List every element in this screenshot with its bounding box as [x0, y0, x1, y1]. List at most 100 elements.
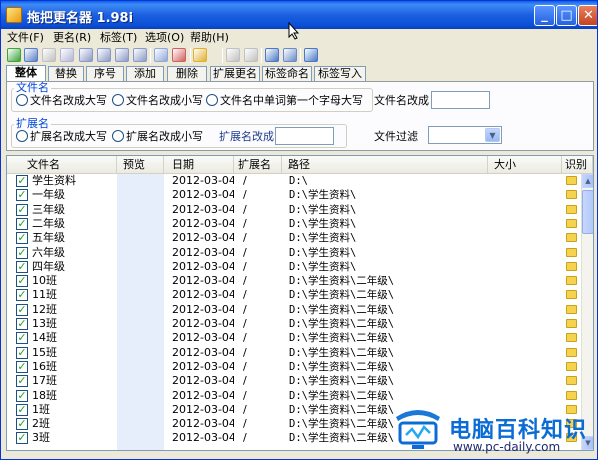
maximize-button[interactable]: □ — [556, 5, 577, 26]
row-checkbox[interactable]: ✓ — [16, 389, 28, 402]
cell-extension: / — [243, 245, 247, 259]
table-row[interactable]: ✓ 10班 2012-03-04 / D:\学生资料\二年级\ — [7, 274, 581, 288]
clock-icon[interactable] — [265, 48, 279, 62]
tab-sequence[interactable]: 序号 — [86, 66, 124, 82]
tab-replace[interactable]: 替换 — [48, 66, 84, 82]
col-extension[interactable]: 扩展名 — [234, 156, 282, 173]
row-checkbox[interactable]: ✓ — [16, 375, 28, 388]
window-icon[interactable] — [283, 48, 297, 62]
tab-tag-write[interactable]: 标签写入 — [314, 66, 366, 82]
scroll-thumb[interactable] — [582, 190, 593, 234]
close-button[interactable]: ✕ — [578, 5, 597, 26]
radio-ext-upper-label[interactable]: 扩展名改成大写 — [30, 130, 107, 143]
table-row[interactable]: ✓ 12班 2012-03-04 / D:\学生资料\二年级\ — [7, 303, 581, 317]
radio-filename-upper-label[interactable]: 文件名改成大写 — [30, 94, 107, 107]
table-row[interactable]: ✓ 15班 2012-03-04 / D:\学生资料\二年级\ — [7, 346, 581, 360]
minimize-button[interactable]: _ — [534, 5, 555, 26]
col-detect[interactable]: 识别 — [562, 156, 593, 173]
row-checkbox[interactable]: ✓ — [16, 275, 28, 288]
row-checkbox[interactable]: ✓ — [16, 332, 28, 345]
row-checkbox[interactable]: ✓ — [16, 403, 28, 416]
filter-select[interactable]: ▼ — [428, 126, 502, 144]
radio-ext-lower-label[interactable]: 扩展名改成小写 — [126, 130, 203, 143]
list-down-icon[interactable] — [133, 48, 147, 62]
cell-extension: / — [243, 188, 247, 202]
folder-icon — [566, 304, 577, 314]
row-checkbox[interactable]: ✓ — [16, 318, 28, 330]
row-checkbox[interactable]: ✓ — [16, 175, 28, 187]
table-row[interactable]: ✓ 13班 2012-03-04 / D:\学生资料\二年级\ — [7, 317, 581, 331]
col-path[interactable]: 路径 — [282, 156, 488, 173]
tab-ext-rename[interactable]: 扩展更名 — [210, 66, 260, 82]
radio-ext-lower[interactable] — [112, 130, 124, 142]
tag-icon[interactable] — [226, 48, 240, 62]
col-filename[interactable]: 文件名 — [7, 156, 117, 173]
table-row[interactable]: ✓ 17班 2012-03-04 / D:\学生资料\二年级\ — [7, 374, 581, 388]
radio-ext-upper[interactable] — [16, 130, 28, 142]
radio-filename-capitalize[interactable] — [206, 94, 218, 106]
row-checkbox[interactable]: ✓ — [16, 418, 28, 431]
cell-filename: 10班 — [32, 274, 57, 288]
tab-delete[interactable]: 删除 — [167, 66, 207, 82]
radio-filename-lower[interactable] — [112, 94, 124, 106]
vertical-scrollbar[interactable]: ▲ ▼ — [581, 174, 593, 450]
document-red-icon[interactable] — [172, 48, 186, 62]
row-checkbox[interactable]: ✓ — [16, 432, 28, 445]
table-row[interactable]: ✓ 六年级 2012-03-04 / D:\学生资料\ — [7, 246, 581, 260]
radio-filename-upper[interactable] — [16, 94, 28, 106]
row-checkbox[interactable]: ✓ — [16, 303, 28, 316]
document-icon[interactable] — [154, 48, 168, 62]
table-row[interactable]: ✓ 二年级 2012-03-04 / D:\学生资料\ — [7, 217, 581, 231]
cell-path: D:\学生资料\ — [289, 232, 357, 245]
cell-path: D:\学生资料\二年级\ — [289, 332, 395, 345]
filename-rename-input[interactable] — [431, 91, 490, 109]
menu-tag[interactable]: 标签(T) — [100, 30, 137, 45]
table-row[interactable]: ✓ 五年级 2012-03-04 / D:\学生资料\ — [7, 231, 581, 245]
row-checkbox[interactable]: ✓ — [16, 232, 28, 245]
move-up-icon[interactable] — [79, 48, 93, 62]
row-checkbox[interactable]: ✓ — [16, 189, 28, 202]
row-checkbox[interactable]: ✓ — [16, 246, 28, 259]
table-row[interactable]: ✓ 一年级 2012-03-04 / D:\学生资料\ — [7, 188, 581, 202]
menu-rename[interactable]: 更名(R) — [53, 30, 91, 45]
row-checkbox[interactable]: ✓ — [16, 260, 28, 273]
table-row[interactable]: ✓ 16班 2012-03-04 / D:\学生资料\二年级\ — [7, 360, 581, 374]
tag-edit-icon[interactable] — [244, 48, 258, 62]
ext-rename-input[interactable] — [275, 127, 334, 145]
table-row[interactable]: ✓ 三年级 2012-03-04 / D:\学生资料\ — [7, 203, 581, 217]
list-up-icon[interactable] — [115, 48, 129, 62]
row-checkbox[interactable]: ✓ — [16, 217, 28, 230]
col-preview[interactable]: 预览 — [117, 156, 164, 173]
menu-options[interactable]: 选项(O) — [145, 30, 184, 45]
table-row[interactable]: ✓ 11班 2012-03-04 / D:\学生资料\二年级\ — [7, 288, 581, 302]
col-size[interactable]: 大小 — [488, 156, 562, 173]
check-icon[interactable] — [60, 48, 74, 62]
row-checkbox[interactable]: ✓ — [16, 346, 28, 359]
move-down-icon[interactable] — [97, 48, 111, 62]
radio-filename-capitalize-label[interactable]: 文件名中单词第一个字母大写 — [220, 94, 363, 107]
row-checkbox[interactable]: ✓ — [16, 360, 28, 373]
tab-tag-naming[interactable]: 标签命名 — [262, 66, 312, 82]
scroll-up-icon[interactable]: ▲ — [582, 174, 593, 188]
chevron-down-icon[interactable]: ▼ — [485, 128, 500, 142]
menu-file[interactable]: 文件(F) — [7, 30, 44, 45]
cell-path: D:\学生资料\二年级\ — [289, 275, 395, 288]
radio-filename-lower-label[interactable]: 文件名改成小写 — [126, 94, 203, 107]
tab-add[interactable]: 添加 — [126, 66, 164, 82]
row-checkbox[interactable]: ✓ — [16, 203, 28, 216]
table-row[interactable]: ✓ 18班 2012-03-04 / D:\学生资料\二年级\ — [7, 389, 581, 403]
tools-icon[interactable] — [304, 48, 318, 62]
refresh-green-icon[interactable] — [7, 48, 21, 62]
table-row[interactable]: ✓ 四年级 2012-03-04 / D:\学生资料\ — [7, 260, 581, 274]
menu-help[interactable]: 帮助(H) — [190, 30, 229, 45]
cell-date: 2012-03-04 — [172, 345, 234, 359]
row-checkbox[interactable]: ✓ — [16, 289, 28, 302]
search-icon[interactable] — [24, 48, 38, 62]
highlight-icon[interactable] — [193, 48, 207, 62]
table-row[interactable]: ✓ 14班 2012-03-04 / D:\学生资料\二年级\ — [7, 331, 581, 345]
tab-overall[interactable]: 整体 — [6, 65, 46, 82]
undo-icon[interactable] — [42, 48, 56, 62]
table-row[interactable]: ✓ 学生资料 2012-03-04 / D:\ — [7, 174, 581, 188]
col-date[interactable]: 日期 — [164, 156, 234, 173]
cell-filename: 14班 — [32, 331, 57, 345]
